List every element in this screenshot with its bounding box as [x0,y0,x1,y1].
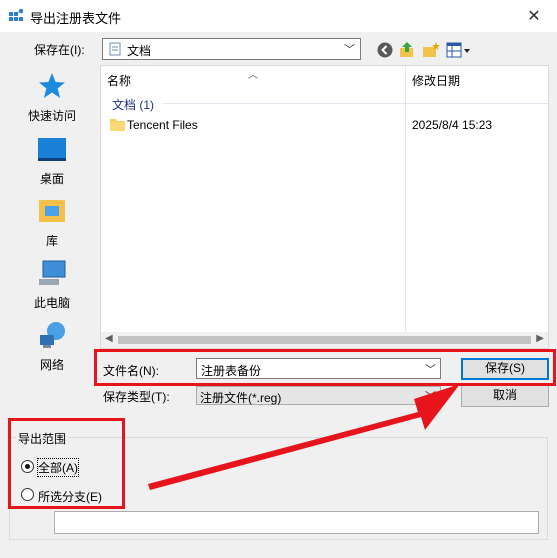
file-modified: 2025/8/4 15:23 [412,118,493,132]
folder-icon [110,119,125,131]
radio-selected-branch-label[interactable]: 所选分支(E) [38,488,102,505]
file-name-label: 文件名(N): [103,364,159,378]
places-bar: 快速访问 桌面 库 此电脑 网络 [9,65,95,376]
place-desktop[interactable]: 桌面 [9,134,95,187]
up-folder-icon[interactable] [398,41,416,59]
regedit-icon [9,9,23,21]
place-label: 网络 [39,358,64,372]
new-folder-icon[interactable] [422,41,440,59]
save-in-value: 文档 [127,44,152,58]
file-name: Tencent Files [127,118,198,132]
file-name-input[interactable]: 注册表备份 ﹀ [196,358,441,379]
star-icon [39,73,65,98]
library-icon [39,200,65,222]
file-row[interactable]: Tencent Files 2025/8/4 15:23 [101,114,548,136]
save-in-label: 保存在(I): [34,43,85,57]
group-header[interactable]: 文档 (1) [112,96,154,113]
computer-icon [39,260,66,285]
file-type-value: 注册文件(*.reg) [200,391,282,405]
chevron-down-icon[interactable]: ﹀ [425,361,436,377]
radio-all[interactable] [21,460,34,473]
place-label: 库 [45,234,58,248]
branch-input[interactable] [54,511,539,534]
sort-up-icon: ︿ [248,70,258,81]
network-icon [40,322,65,348]
horizontal-scrollbar[interactable]: ◀ ▶ [101,332,548,348]
file-type-dropdown[interactable]: 注册文件(*.reg) ﹀ [196,386,441,405]
file-type-label: 保存类型(T): [103,390,170,404]
back-icon[interactable] [376,41,394,59]
export-range-title: 导出范围 [16,430,69,447]
scroll-left-icon[interactable]: ◀ [105,333,113,344]
desktop-icon [38,138,66,161]
cancel-button[interactable]: 取消 [461,385,549,407]
place-label: 此电脑 [33,296,70,310]
radio-all-label[interactable]: 全部(A) [37,458,79,477]
place-this-pc[interactable]: 此电脑 [9,258,95,311]
place-label: 快速访问 [27,109,76,123]
file-name-value: 注册表备份 [201,364,262,378]
scroll-right-icon[interactable]: ▶ [536,333,544,344]
chevron-down-icon: ﹀ [344,44,355,56]
group-divider [163,103,548,104]
scrollbar-thumb[interactable] [118,336,531,344]
chevron-down-icon: ﹀ [425,391,436,403]
column-header-date[interactable]: 修改日期 [412,72,460,89]
save-in-dropdown[interactable]: 文档 ﹀ [102,38,361,60]
documents-icon [109,42,121,56]
window-title: 导出注册表文件 [30,11,122,26]
place-library[interactable]: 库 [9,196,95,249]
column-divider[interactable] [405,66,406,336]
save-button[interactable]: 保存(S) [461,358,549,380]
place-network[interactable]: 网络 [9,320,95,373]
radio-selected-branch[interactable] [21,488,34,501]
column-header-name[interactable]: 名称 [107,72,131,89]
close-button[interactable]: ✕ [511,0,557,32]
title-bar: 导出注册表文件 ✕ [0,0,557,32]
view-menu-icon[interactable] [446,41,472,59]
close-icon: ✕ [527,8,541,25]
place-label: 桌面 [39,172,64,186]
place-quick-access[interactable]: 快速访问 [9,71,95,124]
file-list[interactable]: ︿ 名称 修改日期 文档 (1) Tencent Files 2025/8/4 … [100,65,549,349]
